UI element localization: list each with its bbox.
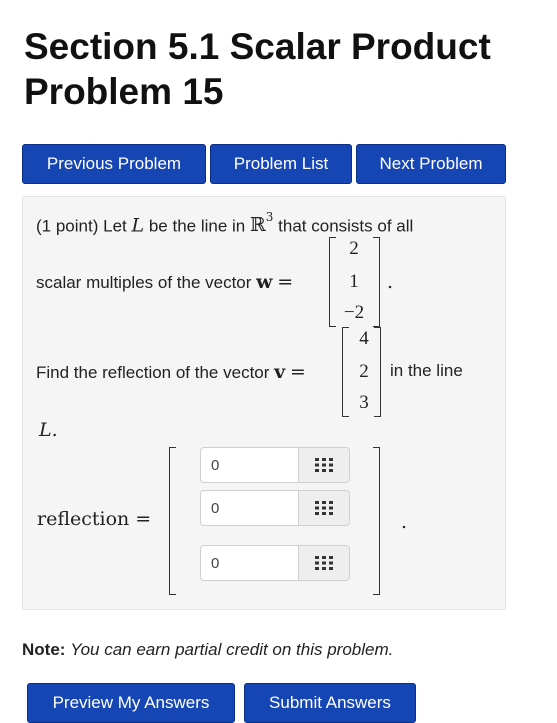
grid-icon	[315, 458, 333, 472]
reflection-label: reflection =	[37, 508, 152, 530]
note-label: Note:	[22, 640, 66, 659]
partial-credit-note: Note: You can earn partial credit on thi…	[22, 640, 393, 660]
statement-text: be the line in	[148, 216, 246, 236]
answer-left-bracket	[169, 447, 176, 595]
matrix-entry-button[interactable]	[298, 491, 349, 525]
answer-row-3	[200, 545, 350, 581]
answer-row-2	[200, 490, 350, 526]
problem-statement-line3: Find the reflection of the vector v =	[36, 361, 306, 383]
submit-answers-button[interactable]: Submit Answers	[244, 683, 416, 723]
equals-sign: =	[277, 271, 294, 293]
vector-w-right-bracket	[373, 237, 380, 327]
grid-icon	[315, 556, 333, 570]
problem-list-button[interactable]: Problem List	[210, 144, 352, 184]
statement-text: scalar multiples of the vector	[36, 273, 252, 292]
note-text: You can earn partial credit on this prob…	[70, 640, 394, 659]
line-variable: L	[131, 214, 145, 237]
previous-problem-button[interactable]: Previous Problem	[22, 144, 206, 184]
answer-period: .	[401, 511, 408, 533]
statement-text: Let	[103, 216, 127, 236]
preview-answers-button[interactable]: Preview My Answers	[27, 683, 235, 723]
next-problem-button[interactable]: Next Problem	[356, 144, 506, 184]
equals-sign: =	[289, 361, 306, 383]
problem-panel: (1 point) Let L be the line in ℝ3 that c…	[22, 196, 506, 610]
page-title-section: Section 5.1 Scalar Product	[24, 26, 491, 67]
page-title: Section 5.1 Scalar Product Problem 15	[24, 24, 557, 114]
statement-text: in the line	[390, 361, 463, 380]
matrix-entry-button[interactable]	[298, 448, 349, 482]
line-variable-end: L.	[39, 419, 58, 441]
points-label: (1 point)	[36, 216, 99, 236]
answer-input-1[interactable]	[201, 448, 299, 482]
answer-input-3[interactable]	[201, 546, 299, 580]
vector-w-left-bracket	[329, 237, 336, 327]
statement-text: Find the reflection of the vector	[36, 363, 270, 382]
page-title-problem: Problem 15	[24, 71, 224, 112]
answer-row-1	[200, 447, 350, 483]
answer-right-bracket	[373, 447, 380, 595]
vector-w-symbol: w	[256, 271, 273, 293]
vector-v-left-bracket	[342, 327, 349, 417]
problem-statement-line2: scalar multiples of the vector w =	[36, 271, 293, 293]
sentence-period: .	[387, 271, 394, 293]
problem-statement-line1: (1 point) Let L be the line in ℝ3 that c…	[36, 210, 414, 237]
answer-input-2[interactable]	[201, 491, 299, 525]
vector-v-right-bracket	[374, 327, 381, 417]
vector-w-entry: −2	[343, 302, 365, 323]
vector-v-symbol: v	[274, 361, 286, 383]
vector-w-entry: 2	[349, 238, 359, 259]
grid-icon	[315, 501, 333, 515]
real-space-symbol: ℝ3	[249, 210, 274, 237]
matrix-entry-button[interactable]	[298, 546, 349, 580]
statement-text: that consists of all	[278, 216, 414, 236]
vector-w-entry: 1	[349, 271, 359, 292]
